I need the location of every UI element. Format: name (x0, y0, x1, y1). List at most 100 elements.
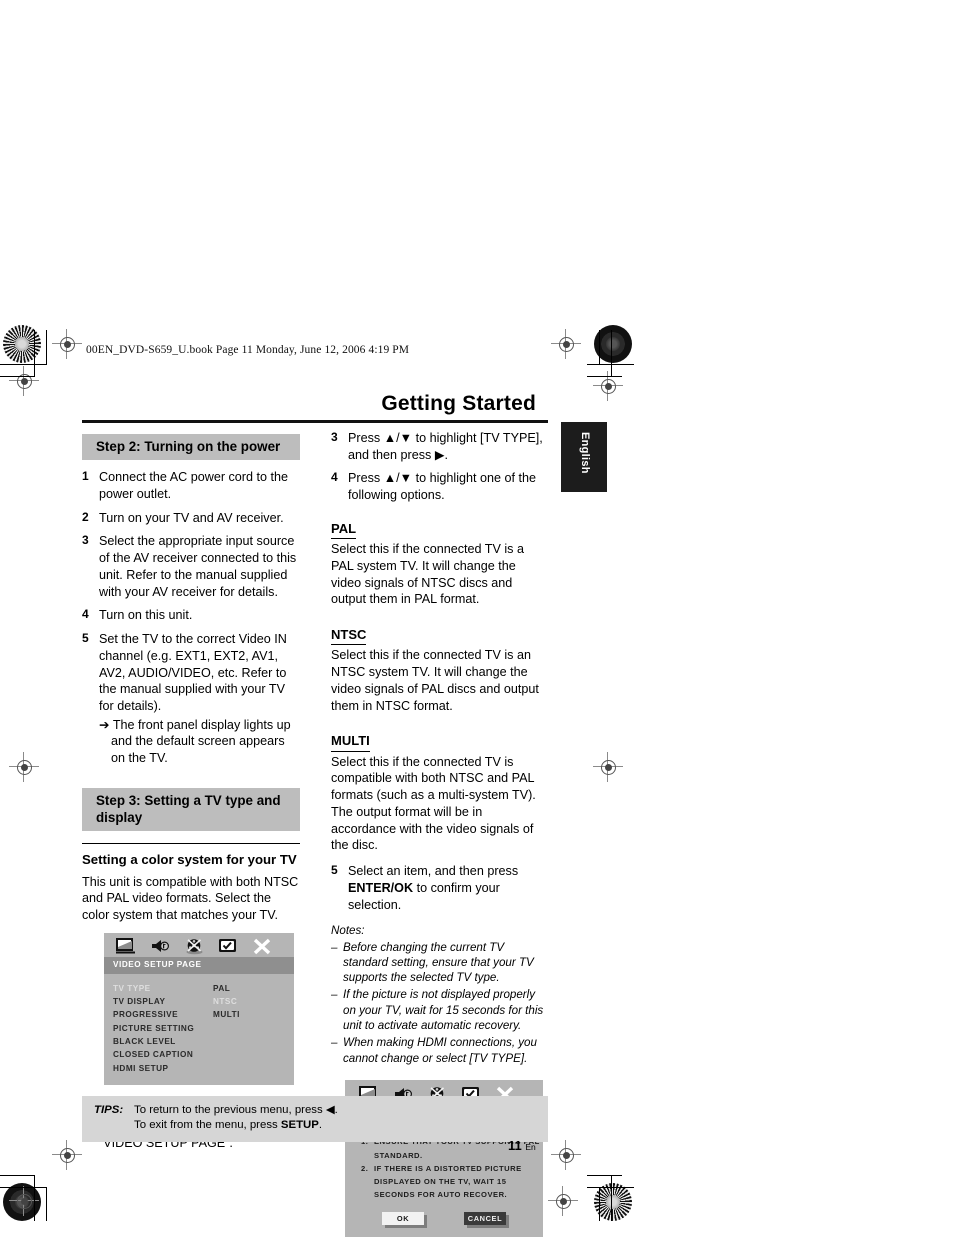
list-item: When making HDMI connections, you cannot… (331, 1035, 549, 1066)
term-heading: NTSC (331, 626, 367, 646)
term-body: Select this if the connected TV is an NT… (331, 648, 539, 713)
manual-page: 00EN_DVD-S659_U.book Page 11 Monday, Jun… (0, 0, 954, 1237)
step-number: 5 (331, 863, 338, 878)
osd-option-multi[interactable]: MULTI (213, 1008, 283, 1021)
tips-line-2: To exit from the menu, press SETUP. (134, 1118, 548, 1133)
cancel-button[interactable]: CANCEL (464, 1211, 506, 1226)
tips-line-1: To return to the previous menu, press ◀. (134, 1104, 338, 1116)
osd-menu-item-closed-caption[interactable]: CLOSED CAPTION (113, 1048, 213, 1061)
section-subheading: Setting a color system for your TV (82, 852, 297, 868)
list-item: 1 Connect the AC power cord to the power … (82, 469, 300, 502)
ok-button[interactable]: OK (382, 1211, 424, 1226)
registration-mark-top-right (551, 329, 581, 359)
osd-menu-body: TV TYPE TV DISPLAY PROGRESSIVE PICTURE S… (104, 974, 294, 1085)
list-item: 4 Press ▲/▼ to highlight one of the follo… (331, 470, 549, 503)
list-item: 5 Set the TV to the correct Video IN chan… (82, 631, 300, 767)
crop-mark-bottom-left (0, 1165, 110, 1221)
right-final-step: 5 Select an item, and then press ENTER/O… (331, 863, 549, 913)
crop-mark-top-right (587, 330, 707, 377)
osd-option-pal[interactable]: PAL (213, 982, 283, 995)
osd-menu-item-tv-display[interactable]: TV DISPLAY (113, 995, 213, 1008)
exit-x-icon (252, 938, 272, 955)
tv-icon (116, 937, 135, 954)
step-sub-note: ➔ The front panel display lights up and … (99, 717, 291, 766)
term-body: Select this if the connected TV is compa… (331, 754, 536, 853)
notes-label: Notes: (331, 924, 365, 938)
list-item: 5 Select an item, and then press ENTER/O… (331, 863, 549, 913)
right-step-list: 3 Press ▲/▼ to highlight [TV TYPE], and t… (331, 430, 549, 504)
step-text: Select the appropriate input source of t… (99, 534, 297, 599)
audio-speaker-icon (150, 938, 169, 954)
osd-title-bar: VIDEO SETUP PAGE (104, 956, 294, 974)
registration-mark-right-middle (593, 752, 623, 782)
list-item: Before changing the current TV standard … (331, 940, 549, 986)
tips-line-2-bold: SETUP (280, 1119, 319, 1132)
film-disabled-icon (184, 938, 203, 955)
osd-menu-item-hdmi-setup[interactable]: HDMI SETUP (113, 1062, 213, 1075)
page-number-value: 11 (508, 1138, 522, 1153)
dialog-line-text: IF THERE IS A DISTORTED PICTURE DISPLAYE… (374, 1163, 522, 1200)
step-text: Press ▲/▼ to highlight one of the follow… (348, 471, 537, 503)
list-item: 4 Turn on this unit. (82, 607, 300, 624)
step-number: 5 (82, 631, 89, 646)
term-heading: MULTI (331, 732, 370, 752)
step-number: 3 (82, 533, 89, 548)
dialog-button-row: OK CANCEL (345, 1208, 543, 1237)
list-item: 3 Press ▲/▼ to highlight [TV TYPE], and t… (331, 430, 549, 463)
language-tab: English (561, 422, 607, 492)
registration-mark-right-lower (548, 1186, 578, 1216)
step-text: Connect the AC power cord to the power o… (99, 470, 289, 501)
term-body: Select this if the connected TV is a PAL… (331, 542, 524, 607)
term-heading: PAL (331, 520, 357, 540)
osd-menu-item-picture-setting[interactable]: PICTURE SETTING (113, 1022, 213, 1035)
registration-mark-left-middle (9, 752, 39, 782)
tips-line-2-pre: To exit from the menu, press (134, 1119, 281, 1132)
notes-block: Notes: Before changing the current TV st… (331, 923, 549, 1066)
step-text: Turn on your TV and AV receiver. (99, 510, 284, 525)
step-number: 2 (82, 509, 89, 524)
notes-list: Before changing the current TV standard … (331, 940, 549, 1066)
osd-option-list: PAL NTSC MULTI (213, 982, 283, 1075)
step3-band: Step 3: Setting a TV type and display (82, 787, 300, 832)
term-block-pal: PAL Select this if the connected TV is a… (331, 511, 549, 608)
page-title: Getting Started (381, 392, 536, 415)
tips-line-2-post: . (318, 1119, 323, 1132)
list-item: 2 Turn on your TV and AV receiver. (82, 510, 300, 527)
list-item: If the picture is not displayed properly… (331, 987, 549, 1033)
osd-menu-item-black-level[interactable]: BLACK LEVEL (113, 1035, 213, 1048)
dialog-line-2: 2. IF THERE IS A DISTORTED PICTURE DISPL… (361, 1162, 543, 1202)
title-divider (82, 420, 548, 423)
term-block-multi: MULTI Select this if the connected TV is… (331, 723, 549, 854)
step-number: 1 (82, 469, 89, 484)
step-text: Turn on this unit. (99, 608, 193, 623)
term-block-ntsc: NTSC Select this if the connected TV is … (331, 617, 549, 714)
step-number: 3 (331, 430, 338, 444)
osd-video-setup-screenshot: VIDEO SETUP PAGE TV TYPE TV DISPLAY PROG… (104, 932, 294, 1085)
step-text: Press ▲/▼ to highlight [TV TYPE], and th… (348, 431, 543, 462)
step2-band: Step 2: Turning on the power (82, 434, 300, 461)
language-tab-label: English (579, 432, 591, 474)
tips-label: TIPS: (94, 1104, 124, 1116)
page-number-suffix: En (525, 1142, 536, 1152)
section-divider (82, 843, 300, 845)
step-text: Set the TV to the correct Video IN chann… (99, 632, 287, 713)
print-file-header: 00EN_DVD-S659_U.book Page 11 Monday, Jun… (86, 344, 410, 356)
osd-menu-item-progressive[interactable]: PROGRESSIVE (113, 1008, 213, 1021)
registration-mark-bottom-right (551, 1140, 581, 1170)
list-item: 3 Select the appropriate input source of … (82, 533, 300, 600)
osd-option-ntsc[interactable]: NTSC (213, 995, 283, 1008)
step-number: 4 (82, 607, 89, 622)
osd-icon-row (104, 933, 294, 957)
left-column: Step 2: Turning on the power 1 Connect th… (82, 434, 300, 1159)
step-text-bold: ENTER/OK (348, 880, 414, 895)
section-paragraph: This unit is compatible with both NTSC a… (82, 874, 299, 923)
step2-list: 1 Connect the AC power cord to the power … (82, 469, 300, 767)
step-text: Select an item, and then press (348, 864, 519, 879)
crop-mark-bottom-right (587, 1165, 707, 1221)
osd-menu-item-tv-type[interactable]: TV TYPE (113, 982, 213, 995)
step-number: 4 (331, 470, 338, 485)
tips-box: TIPS: To return to the previous menu, pr… (82, 1096, 548, 1142)
dialog-line-number: 2. (361, 1163, 369, 1173)
osd-menu-list: TV TYPE TV DISPLAY PROGRESSIVE PICTURE S… (113, 982, 213, 1075)
page-number: 11 En (508, 1138, 536, 1153)
